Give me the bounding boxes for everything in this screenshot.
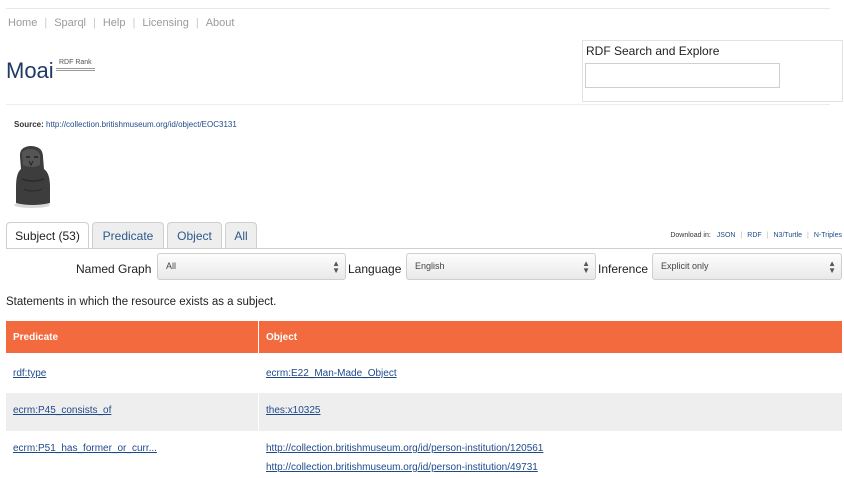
download-separator: | bbox=[766, 232, 769, 239]
predicate-link[interactable]: ecrm:P45_consists_of bbox=[13, 405, 111, 416]
download-separator: | bbox=[740, 232, 743, 239]
tab-object[interactable]: Object bbox=[167, 222, 222, 248]
top-nav: Home | Sparql | Help | Licensing | About bbox=[8, 17, 234, 29]
language-select[interactable]: English ▲ ▼ bbox=[406, 253, 596, 280]
tab-all[interactable]: All bbox=[225, 222, 257, 248]
nav-home[interactable]: Home bbox=[8, 17, 37, 29]
nav-help[interactable]: Help bbox=[103, 17, 126, 29]
inference-label: Inference bbox=[598, 262, 649, 276]
download-json-link[interactable]: JSON bbox=[717, 232, 736, 239]
header-divider bbox=[6, 104, 830, 105]
tab-subject[interactable]: Subject (53) bbox=[6, 222, 89, 249]
object-cell: thes:x10325 bbox=[258, 393, 842, 431]
tab-predicate[interactable]: Predicate bbox=[92, 222, 164, 248]
object-link[interactable]: http://collection.britishmuseum.org/id/p… bbox=[266, 443, 842, 454]
source-link[interactable]: http://collection.britishmuseum.org/id/o… bbox=[46, 120, 237, 129]
nav-sparql[interactable]: Sparql bbox=[54, 17, 86, 29]
language-value: English bbox=[415, 261, 445, 271]
predicate-cell: ecrm:P45_consists_of bbox=[6, 393, 258, 431]
named-graph-label: Named Graph bbox=[76, 262, 152, 276]
download-ntriples-link[interactable]: N-Triples bbox=[814, 232, 842, 239]
download-separator: | bbox=[807, 232, 809, 239]
top-divider bbox=[6, 8, 830, 9]
select-arrows-icon: ▲ ▼ bbox=[828, 259, 836, 275]
statements-intro: Statements in which the resource exists … bbox=[6, 296, 277, 308]
predicate-cell: rdf:type bbox=[6, 355, 258, 391]
search-input[interactable] bbox=[585, 63, 780, 88]
rdf-search-panel: RDF Search and Explore bbox=[582, 40, 843, 102]
language-label: Language bbox=[348, 262, 402, 276]
table-header-row: Predicate Object bbox=[6, 321, 842, 353]
predicate-link[interactable]: rdf:type bbox=[13, 368, 46, 379]
moai-thumbnail-image bbox=[14, 146, 50, 208]
select-arrows-icon: ▲ ▼ bbox=[332, 259, 340, 275]
object-cell: ecrm:E22_Man-Made_Object bbox=[258, 355, 842, 391]
tabs-divider bbox=[6, 248, 842, 249]
rdf-rank-badge: RDF Rank bbox=[56, 58, 95, 71]
object-link[interactable]: ecrm:E22_Man-Made_Object bbox=[266, 368, 397, 379]
object-column-header: Object bbox=[258, 321, 842, 353]
nav-licensing[interactable]: Licensing bbox=[142, 17, 188, 29]
search-label: RDF Search and Explore bbox=[586, 44, 720, 58]
page-title: Moai bbox=[6, 58, 54, 83]
select-arrows-icon: ▲ ▼ bbox=[582, 259, 590, 275]
inference-select[interactable]: Explicit only ▲ ▼ bbox=[652, 253, 842, 280]
nav-separator: | bbox=[132, 17, 136, 29]
nav-separator: | bbox=[44, 17, 48, 29]
download-n3-turtle-link[interactable]: N3/Turtle bbox=[774, 232, 803, 239]
object-link[interactable]: thes:x10325 bbox=[266, 405, 321, 416]
source-label: Source: bbox=[14, 120, 44, 129]
named-graph-select[interactable]: All ▲ ▼ bbox=[157, 253, 346, 280]
source-line: Source: http://collection.britishmuseum.… bbox=[14, 120, 237, 129]
table-row: ecrm:P45_consists_of thes:x10325 bbox=[6, 393, 842, 431]
table-row: rdf:type ecrm:E22_Man-Made_Object bbox=[6, 355, 842, 391]
table-row: ecrm:P51_has_former_or_curr... http://co… bbox=[6, 433, 842, 478]
predicate-column-header: Predicate bbox=[13, 332, 59, 343]
named-graph-value: All bbox=[166, 261, 177, 271]
nav-separator: | bbox=[93, 17, 96, 29]
object-link[interactable]: http://collection.britishmuseum.org/id/p… bbox=[266, 462, 842, 473]
download-formats: Download in: JSON | RDF | N3/Turtle | N-Triple… bbox=[670, 232, 842, 239]
download-rdf-link[interactable]: RDF bbox=[747, 232, 761, 239]
download-label: Download in: bbox=[670, 232, 711, 239]
predicate-cell: ecrm:P51_has_former_or_curr... bbox=[6, 433, 258, 478]
object-cell: http://collection.britishmuseum.org/id/p… bbox=[258, 433, 842, 478]
nav-about[interactable]: About bbox=[206, 17, 235, 29]
nav-separator: | bbox=[195, 17, 199, 29]
predicate-link[interactable]: ecrm:P51_has_former_or_curr... bbox=[13, 443, 157, 454]
inference-value: Explicit only bbox=[661, 261, 709, 271]
